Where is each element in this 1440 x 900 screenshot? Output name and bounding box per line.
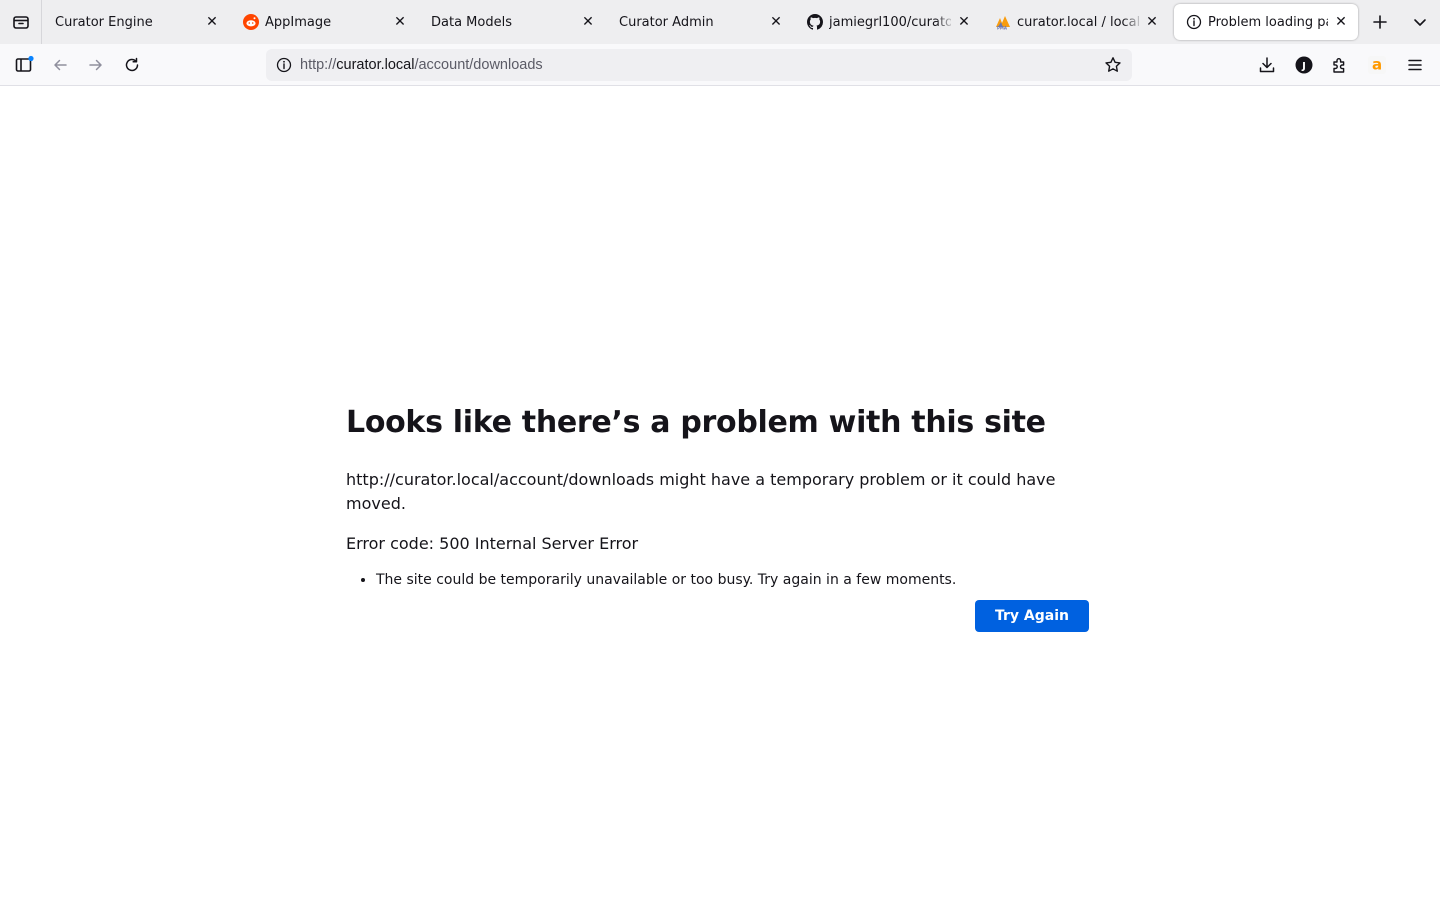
site-info-button[interactable] bbox=[268, 49, 300, 81]
tab-data-models[interactable]: Data Models ✕ bbox=[419, 4, 605, 40]
amazon-icon: a bbox=[1368, 56, 1386, 74]
tab-title: curator.local / localhost bbox=[1017, 14, 1139, 30]
navigation-toolbar: http://curator.local/account/downloads J… bbox=[0, 44, 1440, 86]
try-again-button[interactable]: Try Again bbox=[975, 600, 1089, 632]
error-hints-list: The site could be temporarily unavailabl… bbox=[376, 570, 1106, 590]
download-icon bbox=[1259, 57, 1275, 73]
hamburger-menu-icon bbox=[1408, 59, 1422, 71]
address-bar[interactable]: http://curator.local/account/downloads bbox=[266, 49, 1132, 81]
sidebar-button[interactable] bbox=[9, 50, 39, 80]
close-icon[interactable]: ✕ bbox=[767, 13, 785, 31]
tab-github-curator[interactable]: jamiegrl100/curator: C ✕ bbox=[795, 4, 981, 40]
svg-text:PMA: PMA bbox=[997, 26, 1008, 31]
tab-title: AppImage bbox=[265, 14, 332, 30]
error-page: Looks like there’s a problem with this s… bbox=[346, 400, 1106, 632]
chevron-down-icon bbox=[1414, 19, 1426, 26]
reddit-icon bbox=[243, 14, 259, 30]
url-path: /account/downloads bbox=[414, 57, 543, 73]
back-button[interactable] bbox=[45, 50, 75, 80]
forward-arrow-icon bbox=[89, 59, 102, 71]
close-icon[interactable]: ✕ bbox=[955, 13, 973, 31]
url-text[interactable]: http://curator.local/account/downloads bbox=[300, 57, 543, 73]
tab-appimage[interactable]: AppImage ✕ bbox=[231, 4, 417, 40]
back-arrow-icon bbox=[54, 59, 67, 71]
error-title: Looks like there’s a problem with this s… bbox=[346, 405, 1046, 440]
account-avatar-icon: J bbox=[1295, 56, 1313, 74]
reload-icon bbox=[125, 57, 139, 72]
url-host: curator.local bbox=[336, 57, 415, 73]
tab-problem-loading-page[interactable]: Problem loading page ✕ bbox=[1174, 4, 1358, 40]
puzzle-piece-icon bbox=[1333, 58, 1345, 73]
forward-button[interactable] bbox=[81, 50, 111, 80]
close-icon[interactable]: ✕ bbox=[391, 13, 409, 31]
error-code: Error code: 500 Internal Server Error bbox=[346, 534, 639, 553]
tab-curator-engine[interactable]: Curator Engine ✕ bbox=[43, 4, 229, 40]
svg-text:J: J bbox=[1301, 61, 1306, 72]
info-icon bbox=[276, 57, 292, 73]
new-tab-button[interactable] bbox=[1366, 8, 1394, 36]
firefox-view-button[interactable] bbox=[0, 0, 42, 44]
tab-title: Data Models bbox=[431, 14, 512, 30]
error-description: http://curator.local/account/downloads m… bbox=[346, 470, 1056, 513]
firefox-view-icon bbox=[12, 16, 29, 29]
star-icon bbox=[1105, 57, 1121, 72]
list-item: The site could be temporarily unavailabl… bbox=[376, 570, 1106, 590]
url-scheme: http:// bbox=[300, 57, 337, 73]
account-button[interactable]: J bbox=[1289, 50, 1319, 80]
svg-text:a: a bbox=[1372, 56, 1382, 74]
phpmyadmin-icon: PMA bbox=[995, 14, 1011, 30]
tab-phpmyadmin[interactable]: PMA curator.local / localhost ✕ bbox=[983, 4, 1169, 40]
github-icon bbox=[807, 14, 823, 30]
tab-strip: Curator Engine ✕ AppImage ✕ Data Models … bbox=[0, 0, 1440, 44]
amazon-extension-button[interactable]: a bbox=[1362, 50, 1392, 80]
plus-icon bbox=[1373, 15, 1387, 29]
bookmark-button[interactable] bbox=[1098, 50, 1128, 80]
app-menu-button[interactable] bbox=[1400, 50, 1430, 80]
reload-button[interactable] bbox=[117, 50, 147, 80]
tab-title: Curator Engine bbox=[55, 14, 153, 30]
tab-title: Problem loading page bbox=[1208, 14, 1328, 30]
close-icon[interactable]: ✕ bbox=[203, 13, 221, 31]
tab-curator-admin[interactable]: Curator Admin ✕ bbox=[607, 4, 793, 40]
info-icon bbox=[1186, 14, 1202, 30]
list-all-tabs-button[interactable] bbox=[1406, 8, 1434, 36]
extensions-button[interactable] bbox=[1325, 50, 1355, 80]
sidebar-icon bbox=[15, 55, 34, 72]
close-icon[interactable]: ✕ bbox=[1332, 13, 1350, 31]
downloads-button[interactable] bbox=[1252, 50, 1282, 80]
close-icon[interactable]: ✕ bbox=[579, 13, 597, 31]
tab-title: Curator Admin bbox=[619, 14, 714, 30]
tab-title: jamiegrl100/curator: C bbox=[829, 14, 951, 30]
close-icon[interactable]: ✕ bbox=[1143, 13, 1161, 31]
